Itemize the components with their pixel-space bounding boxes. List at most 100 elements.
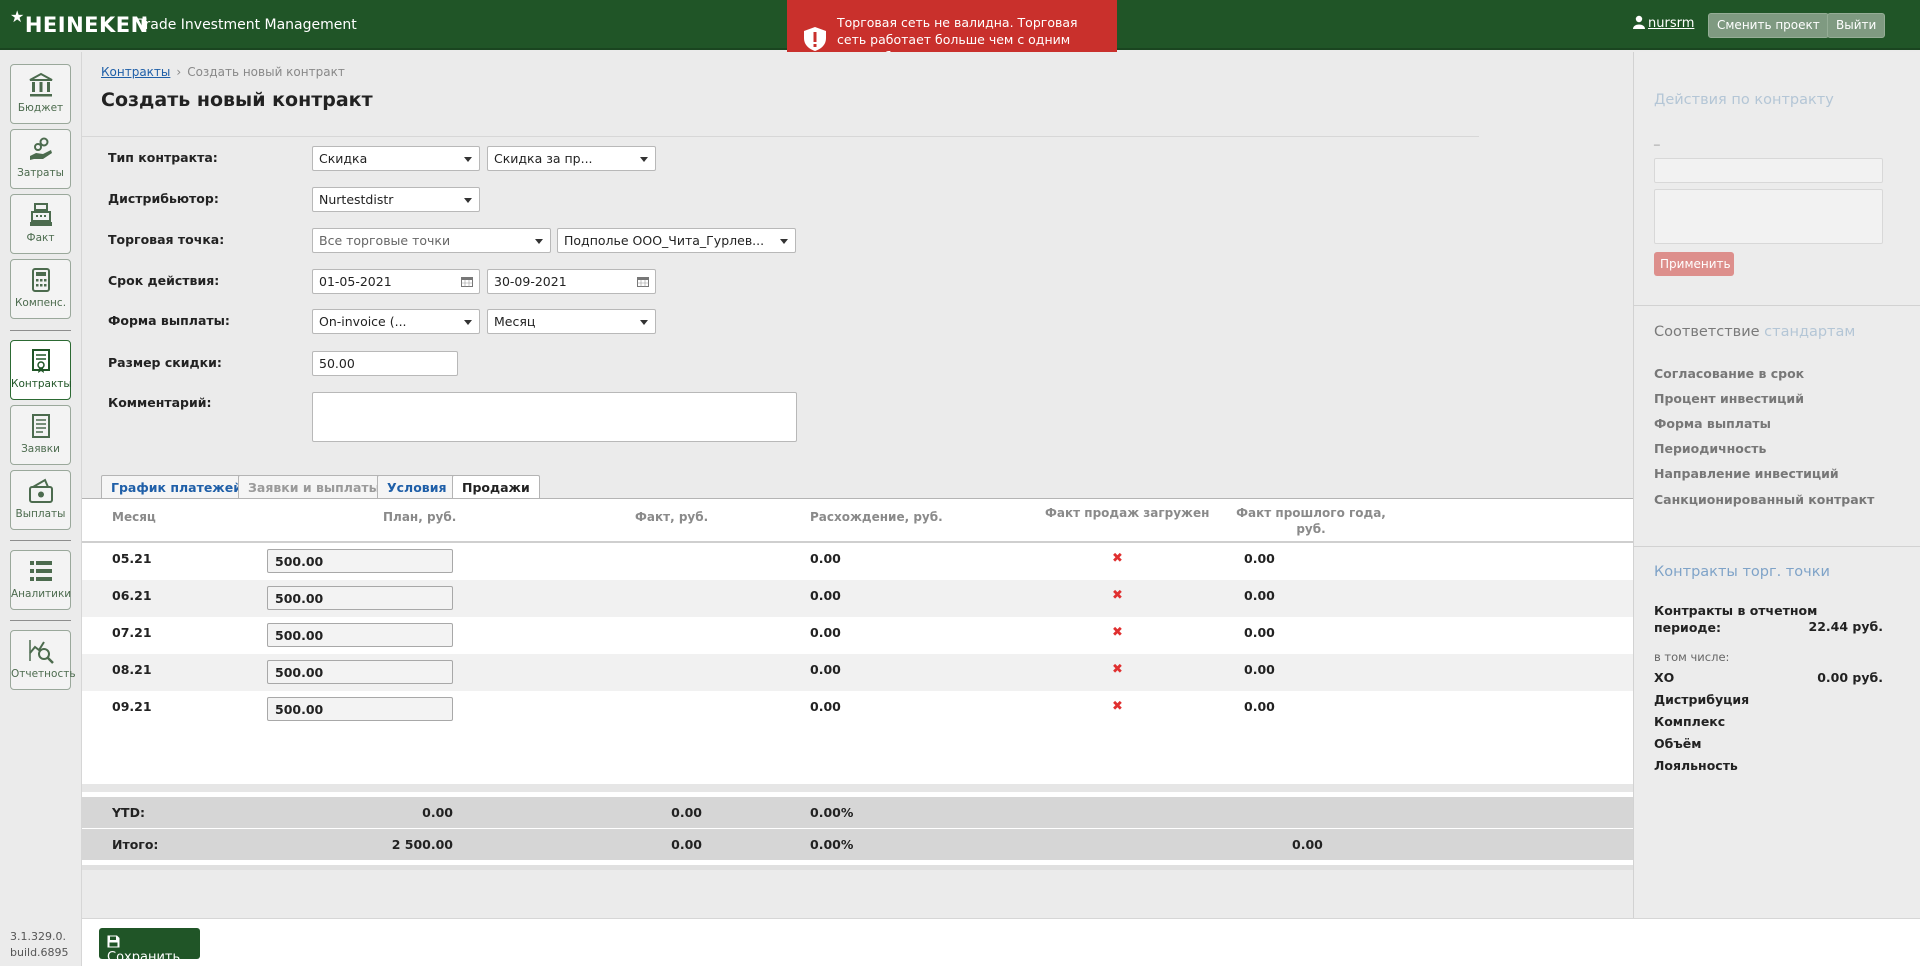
breadcrumb-current: Создать новый контракт — [187, 65, 345, 79]
user-icon — [1633, 15, 1645, 29]
breadcrumb-contracts-link[interactable]: Контракты — [101, 65, 170, 79]
breakdown-item: Объём — [1654, 736, 1702, 751]
sidebar-item-contracts[interactable]: Контракты — [10, 340, 72, 400]
discount-input[interactable]: 50.00 — [312, 351, 458, 376]
sidebar-item-fact[interactable]: Факт — [10, 194, 71, 254]
action-comment-textarea[interactable] — [1654, 189, 1883, 244]
payment-form-select[interactable]: On-invoice (... — [312, 309, 480, 334]
cross-icon: ✖ — [1112, 588, 1123, 603]
standards-section: Соответствие стандартам Согласование в с… — [1634, 305, 1920, 540]
diff-cell: 0.00 — [810, 551, 841, 566]
total-plan: 2 500.00 — [391, 837, 453, 852]
tab-payment-schedule[interactable]: График платежей — [101, 475, 252, 499]
column-header-month: Месяц — [112, 510, 156, 524]
page-title: Создать новый контракт — [101, 89, 373, 111]
bank-icon — [29, 72, 52, 97]
apply-button[interactable]: Применить — [1654, 252, 1734, 276]
warning-shield-icon — [804, 27, 826, 51]
calculator-icon — [31, 268, 50, 292]
plan-input[interactable]: 500.00 — [267, 697, 453, 721]
sidebar-divider — [10, 540, 71, 541]
plan-input[interactable]: 500.00 — [267, 549, 453, 573]
app-title: Trade Investment Management — [138, 17, 357, 33]
diff-cell: 0.00 — [810, 662, 841, 677]
sidebar-item-payouts[interactable]: Выплаты — [10, 470, 71, 530]
tab-sales[interactable]: Продажи — [452, 475, 540, 500]
sidebar-divider — [10, 620, 71, 621]
list-icon — [29, 561, 52, 581]
ytd-row: YTD: 0.00 0.00 0.00% — [82, 797, 1633, 828]
outlet-contracts-section: Контракты торг. точки Контракты в отчетн… — [1634, 546, 1920, 866]
plan-input[interactable]: 500.00 — [267, 660, 453, 684]
sidebar-item-label: Бюджет — [17, 102, 64, 114]
sidebar-item-label: Факт — [26, 232, 55, 244]
comment-label: Комментарий: — [108, 395, 212, 410]
ytd-diff: 0.00% — [810, 805, 854, 820]
sidebar-item-analytics[interactable]: Аналитики — [10, 550, 71, 610]
outlet-select[interactable]: Подполье ООО_Чита_Гурлев... — [557, 228, 796, 253]
floppy-disk-icon — [107, 935, 120, 948]
chevron-down-icon — [640, 320, 648, 325]
payment-period-select[interactable]: Месяц — [487, 309, 656, 334]
list-document-icon — [31, 414, 50, 438]
chevron-down-icon — [464, 157, 472, 162]
cross-icon: ✖ — [1112, 662, 1123, 677]
plan-input[interactable]: 500.00 — [267, 586, 453, 610]
sidebar-item-requests[interactable]: Заявки — [10, 405, 71, 465]
sidebar-item-costs[interactable]: Затраты — [10, 129, 71, 189]
sidebar-item-budget[interactable]: Бюджет — [10, 64, 71, 124]
month-cell: 08.21 — [112, 662, 152, 677]
chevron-down-icon — [780, 239, 788, 244]
prev-year-cell: 0.00 — [1244, 699, 1275, 714]
sidebar-item-label: Компенс. — [14, 297, 67, 309]
table-row: 05.21 500.00 0.00 ✖ 0.00 — [82, 543, 1633, 580]
outlet-scope-select[interactable]: Все торговые точки — [312, 228, 551, 253]
tab-conditions[interactable]: Условия — [377, 475, 457, 499]
chevron-down-icon — [464, 320, 472, 325]
sidebar-item-compensation[interactable]: Компенс. — [10, 259, 71, 319]
tab-requests-payouts[interactable]: Заявки и выплаты — [238, 475, 390, 499]
star-icon: ★ — [10, 7, 25, 26]
breadcrumb: Контракты › Создать новый контракт — [101, 65, 345, 79]
sidebar-item-label: Выплаты — [15, 508, 66, 520]
change-project-button[interactable]: Сменить проект — [1708, 13, 1829, 38]
diff-cell: 0.00 — [810, 588, 841, 603]
logout-button[interactable]: Выйти — [1827, 13, 1886, 38]
sidebar-item-reports[interactable]: Отчетность — [10, 630, 76, 690]
contract-actions-section: Действия по контракту _ Применить — [1634, 52, 1920, 305]
chevron-right-icon: › — [176, 65, 182, 79]
row-spacer — [82, 784, 1633, 792]
sidebar-item-label: Отчетность — [11, 668, 76, 680]
user-link[interactable]: nursrm — [1633, 15, 1694, 31]
right-panel: Действия по контракту _ Применить Соотве… — [1633, 52, 1920, 918]
diff-cell: 0.00 — [810, 625, 841, 640]
breakdown-item: Дистрибуция — [1654, 692, 1750, 707]
period-contracts-label: Контракты в отчетном периоде: — [1654, 603, 1818, 635]
month-cell: 06.21 — [112, 588, 152, 603]
contract-subtype-select[interactable]: Скидка за пр... — [487, 146, 656, 171]
save-button[interactable]: Сохранить — [99, 928, 200, 965]
chevron-down-icon — [640, 157, 648, 162]
cross-icon: ✖ — [1112, 551, 1123, 566]
table-row: 09.21 500.00 0.00 ✖ 0.00 — [82, 691, 1633, 728]
date-to-input[interactable]: 30-09-2021 — [487, 269, 656, 294]
heineken-logo[interactable]: ★HEINEKEN — [10, 7, 149, 37]
wallet-icon — [28, 478, 53, 503]
calendar-icon — [461, 277, 473, 287]
comment-textarea[interactable] — [312, 392, 797, 442]
month-cell: 05.21 — [112, 551, 152, 566]
payment-form-label: Форма выплаты: — [108, 313, 230, 328]
column-header-prev-year: Факт прошлого года, руб. — [1236, 506, 1386, 536]
action-select[interactable] — [1654, 158, 1883, 183]
date-from-input[interactable]: 01-05-2021 — [312, 269, 480, 294]
cash-register-icon — [29, 203, 52, 226]
outlet-contracts-title[interactable]: Контракты торг. точки — [1654, 564, 1830, 580]
contract-type-select[interactable]: Скидка — [312, 146, 480, 171]
total-diff: 0.00% — [810, 837, 854, 852]
table-row: 06.21 500.00 0.00 ✖ 0.00 — [82, 580, 1633, 617]
ytd-plan: 0.00 — [422, 805, 453, 820]
ytd-label: YTD: — [112, 805, 145, 820]
distributor-select[interactable]: Nurtestdistr — [312, 187, 480, 212]
total-row: Итого: 2 500.00 0.00 0.00% 0.00 — [82, 829, 1633, 860]
plan-input[interactable]: 500.00 — [267, 623, 453, 647]
